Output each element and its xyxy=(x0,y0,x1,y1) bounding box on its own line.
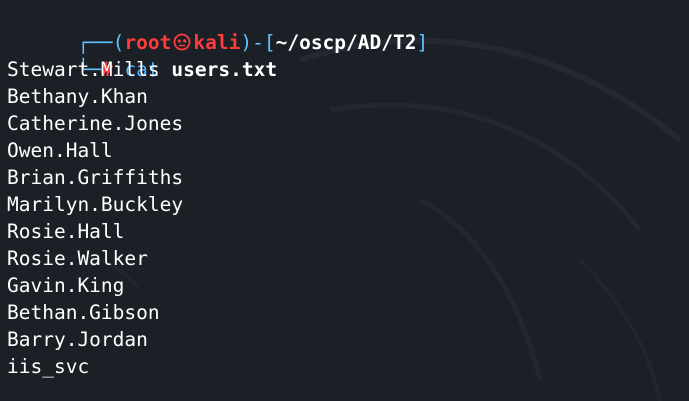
output-line: Bethany.Khan xyxy=(7,85,148,108)
prompt-corner-top: ┌──( xyxy=(77,31,125,54)
output-line: iis_svc xyxy=(7,355,90,378)
prompt-user: root xyxy=(124,31,172,54)
output-line: Rosie.Walker xyxy=(7,247,148,270)
output-line: Rosie.Hall xyxy=(7,220,125,243)
output-line: Bethan.Gibson xyxy=(7,301,160,324)
output-line: Catherine.Jones xyxy=(7,112,184,135)
terminal-content: ┌──(root kali)-[~/oscp/AD/T2] └─# cat us… xyxy=(7,2,689,380)
output-line: Barry.Jordan xyxy=(7,328,148,351)
prompt-mid: )-[ xyxy=(240,31,276,54)
kali-skull-icon xyxy=(173,33,191,51)
output-line: Brian.Griffiths xyxy=(7,166,184,189)
output-line: Owen.Hall xyxy=(7,139,113,162)
output-line: Marilyn.Buckley xyxy=(7,193,184,216)
output-line: Gavin.King xyxy=(7,274,125,297)
command-argument: users.txt xyxy=(171,58,278,81)
output-line: Stewart.Mills xyxy=(7,58,160,81)
prompt-host: kali xyxy=(193,31,241,54)
prompt-cwd: ~/oscp/AD/T2 xyxy=(275,31,417,54)
terminal-window[interactable]: ┌──(root kali)-[~/oscp/AD/T2] └─# cat us… xyxy=(0,0,689,401)
prompt-line: ┌──(root kali)-[~/oscp/AD/T2] xyxy=(7,2,689,54)
prompt-end: ] xyxy=(416,31,429,54)
